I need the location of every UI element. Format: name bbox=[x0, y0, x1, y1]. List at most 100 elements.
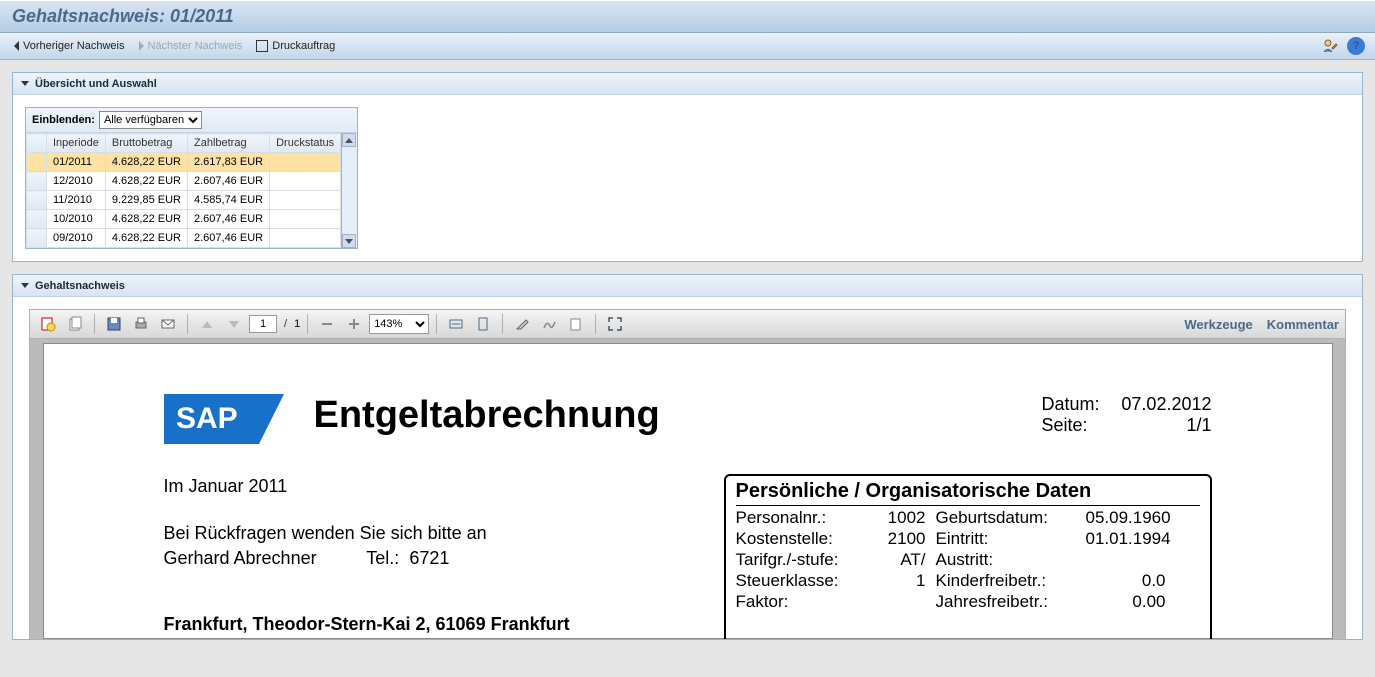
pdf-zoom-in-button[interactable] bbox=[342, 313, 366, 335]
row-selector[interactable] bbox=[27, 229, 47, 248]
period-line: Im Januar 2011 bbox=[164, 474, 664, 499]
svg-text:SAP: SAP bbox=[176, 402, 238, 435]
payslip-header[interactable]: Gehaltsnachweis bbox=[13, 275, 1362, 297]
cell-gross: 4.628,22 EUR bbox=[105, 210, 187, 229]
print-order-button[interactable]: Druckauftrag bbox=[252, 38, 339, 54]
cell-period: 09/2010 bbox=[47, 229, 106, 248]
scroll-up-button[interactable] bbox=[342, 133, 356, 147]
triangle-up-icon bbox=[202, 321, 212, 328]
overview-header[interactable]: Übersicht und Auswahl bbox=[13, 73, 1362, 95]
steuer-label: Steuerklasse: bbox=[736, 571, 866, 591]
payslip-panel: Gehaltsnachweis / 1 143% bbox=[12, 274, 1363, 640]
table-row[interactable]: 01/20114.628,22 EUR2.617,83 EUR bbox=[27, 153, 341, 172]
pdf-export-button[interactable] bbox=[36, 313, 60, 335]
table-row[interactable]: 11/20109.229,85 EUR4.585,74 EUR bbox=[27, 191, 341, 210]
nav-toolbar: Vorheriger Nachweis Nächster Nachweis Dr… bbox=[0, 33, 1375, 60]
personal-data-box: Persönliche / Organisatorische Daten Per… bbox=[724, 474, 1212, 639]
cell-pay: 4.585,74 EUR bbox=[187, 191, 269, 210]
contact-tel: 6721 bbox=[409, 548, 449, 568]
personalnr-value: 1002 bbox=[866, 508, 936, 528]
pdf-fullscreen-button[interactable] bbox=[603, 313, 627, 335]
triangle-right-icon bbox=[139, 41, 144, 51]
cell-printstatus bbox=[270, 210, 341, 229]
faktor-value bbox=[866, 592, 936, 612]
help-icon[interactable]: ? bbox=[1347, 37, 1365, 55]
kinder-value: 0.0 bbox=[1086, 571, 1176, 591]
next-record-button: Nächster Nachweis bbox=[135, 38, 247, 54]
col-printstatus[interactable]: Druckstatus bbox=[270, 134, 341, 153]
eintritt-value: 01.01.1994 bbox=[1086, 529, 1176, 549]
row-selector[interactable] bbox=[27, 191, 47, 210]
pdf-page-down-button[interactable] bbox=[222, 313, 246, 335]
pdf-page-input[interactable] bbox=[249, 315, 277, 333]
row-selector[interactable] bbox=[27, 153, 47, 172]
col-gross[interactable]: Bruttobetrag bbox=[105, 134, 187, 153]
row-selector[interactable] bbox=[27, 210, 47, 229]
tarif-value: AT/ bbox=[866, 550, 936, 570]
austritt-value bbox=[1086, 550, 1176, 570]
date-value: 07.02.2012 bbox=[1112, 394, 1212, 415]
box-title: Persönliche / Organisatorische Daten bbox=[736, 480, 1200, 506]
cell-printstatus bbox=[270, 191, 341, 210]
pdf-tools-link[interactable]: Werkzeuge bbox=[1184, 317, 1252, 332]
document-title: Entgeltabrechnung bbox=[314, 394, 1012, 437]
title-bar: Gehaltsnachweis: 01/2011 bbox=[0, 0, 1375, 33]
chevron-down-icon bbox=[21, 81, 29, 86]
jahres-label: Jahresfreibetr.: bbox=[936, 592, 1086, 612]
cell-period: 11/2010 bbox=[47, 191, 106, 210]
table-row[interactable]: 09/20104.628,22 EUR2.607,46 EUR bbox=[27, 229, 341, 248]
chevron-down-icon bbox=[21, 283, 29, 288]
pdf-copy-button[interactable] bbox=[63, 313, 87, 335]
pdf-fit-width-button[interactable] bbox=[444, 313, 468, 335]
pdf-sign-button[interactable] bbox=[537, 313, 561, 335]
tarif-label: Tarifgr./-stufe: bbox=[736, 550, 866, 570]
cell-printstatus bbox=[270, 229, 341, 248]
personalnr-label: Personalnr.: bbox=[736, 508, 866, 528]
cell-pay: 2.607,46 EUR bbox=[187, 229, 269, 248]
cell-printstatus bbox=[270, 172, 341, 191]
payslip-title: Gehaltsnachweis bbox=[35, 280, 125, 292]
kinder-label: Kinderfreibetr.: bbox=[936, 571, 1086, 591]
col-pay[interactable]: Zahlbetrag bbox=[187, 134, 269, 153]
overview-title: Übersicht und Auswahl bbox=[35, 78, 157, 90]
pdf-edit-button[interactable] bbox=[510, 313, 534, 335]
col-period[interactable]: Inperiode bbox=[47, 134, 106, 153]
print-label: Druckauftrag bbox=[272, 40, 335, 52]
cell-pay: 2.607,46 EUR bbox=[187, 210, 269, 229]
kosten-label: Kostenstelle: bbox=[736, 529, 866, 549]
filter-select[interactable]: Alle verfügbaren bbox=[99, 111, 202, 129]
table-scrollbar[interactable] bbox=[341, 133, 357, 248]
print-icon bbox=[256, 40, 268, 52]
scroll-down-button[interactable] bbox=[342, 234, 356, 248]
col-selector bbox=[27, 134, 47, 153]
steuer-value: 1 bbox=[866, 571, 936, 591]
pdf-viewport[interactable]: SAP Entgeltabrechnung Datum: 07.02.2012 … bbox=[29, 339, 1346, 639]
overview-panel: Übersicht und Auswahl Einblenden: Alle v… bbox=[12, 72, 1363, 262]
jahres-value: 0.00 bbox=[1086, 592, 1176, 612]
pdf-page-up-button[interactable] bbox=[195, 313, 219, 335]
pdf-zoom-select[interactable]: 143% bbox=[369, 314, 429, 334]
pdf-page: SAP Entgeltabrechnung Datum: 07.02.2012 … bbox=[43, 343, 1333, 639]
austritt-label: Austritt: bbox=[936, 550, 1086, 570]
prev-record-button[interactable]: Vorheriger Nachweis bbox=[10, 38, 129, 54]
pdf-save-button[interactable] bbox=[102, 313, 126, 335]
table-row[interactable]: 12/20104.628,22 EUR2.607,46 EUR bbox=[27, 172, 341, 191]
page-label: Seite: bbox=[1042, 415, 1102, 436]
pdf-zoom-out-button[interactable] bbox=[315, 313, 339, 335]
pdf-comment-link[interactable]: Kommentar bbox=[1267, 317, 1339, 332]
address: Frankfurt, Theodor-Stern-Kai 2, 61069 Fr… bbox=[164, 612, 664, 637]
pdf-print-button[interactable] bbox=[129, 313, 153, 335]
table-row[interactable]: 10/20104.628,22 EUR2.607,46 EUR bbox=[27, 210, 341, 229]
pdf-fit-page-button[interactable] bbox=[471, 313, 495, 335]
row-selector[interactable] bbox=[27, 172, 47, 191]
filter-row: Einblenden: Alle verfügbaren bbox=[26, 108, 357, 133]
pdf-attach-button[interactable] bbox=[564, 313, 588, 335]
cell-gross: 9.229,85 EUR bbox=[105, 191, 187, 210]
overview-table-wrap: Einblenden: Alle verfügbaren Inperiode B… bbox=[25, 107, 358, 249]
kosten-value: 2100 bbox=[866, 529, 936, 549]
page-separator: / bbox=[284, 318, 287, 330]
personalize-icon[interactable] bbox=[1321, 37, 1339, 55]
cell-pay: 2.617,83 EUR bbox=[187, 153, 269, 172]
cell-gross: 4.628,22 EUR bbox=[105, 229, 187, 248]
pdf-email-button[interactable] bbox=[156, 313, 180, 335]
